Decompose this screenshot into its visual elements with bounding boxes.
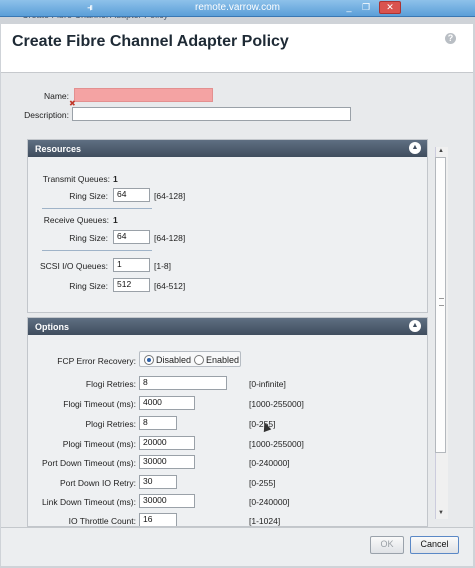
dialog-header: Create Fibre Channel Adapter Policy ? (1, 24, 473, 73)
transmit-ring-input[interactable]: 64 (113, 188, 150, 202)
scroll-down-icon[interactable]: ▼ (438, 510, 444, 516)
grip-icon (439, 298, 444, 306)
fcp-disabled-radio[interactable] (144, 355, 154, 365)
link-down-timeout-range: [0-240000] (249, 497, 290, 507)
io-throttle-count-input[interactable]: 16 (139, 513, 177, 526)
scsi-ring-range: [64-512] (154, 281, 186, 291)
receive-ring-input[interactable]: 64 (113, 230, 150, 244)
scsi-queues-label: SCSI I/O Queues: (39, 261, 108, 271)
dialog-footer: OK Cancel (1, 527, 473, 566)
resources-panel: Resources ▲ Transmit Queues: 1 Ring Size… (27, 139, 428, 313)
name-label: Name: (43, 91, 69, 101)
receive-queues-value: 1 (113, 215, 118, 225)
close-icon[interactable]: ✕ (379, 1, 401, 14)
resources-panel-header[interactable]: Resources ▲ (28, 140, 427, 157)
port-down-io-retry-range: [0-255] (249, 478, 276, 488)
cancel-button[interactable]: Cancel (410, 536, 459, 554)
plogi-retries-input[interactable]: 8 (139, 416, 177, 430)
restore-icon[interactable]: ❐ (360, 2, 372, 13)
scsi-queues-range: [1-8] (154, 261, 172, 271)
receive-ring-label: Ring Size: (69, 233, 108, 243)
port-down-timeout-range: [0-240000] (249, 458, 290, 468)
page-title: Create Fibre Channel Adapter Policy (12, 33, 289, 50)
port-down-timeout-input[interactable]: 30000 (139, 455, 195, 469)
fcp-disabled-label: Disabled (156, 355, 192, 365)
remote-session-bar: ⫣ remote.varrow.com _ ❐ ✕ (0, 0, 475, 17)
plogi-retries-label: Plogi Retries: (85, 419, 136, 429)
flogi-retries-range: [0-infinite] (249, 379, 286, 389)
options-panel-header[interactable]: Options ▲ (28, 318, 427, 335)
description-label: Description: (24, 110, 69, 120)
plogi-timeout-label: Plogi Timeout (ms): (62, 439, 136, 449)
options-panel: Options ▲ FCP Error Recovery: Disabled E… (27, 317, 428, 527)
minimize-icon[interactable]: _ (343, 2, 355, 13)
name-input[interactable] (74, 88, 213, 102)
transmit-queues-label: Transmit Queues: (42, 174, 110, 184)
scsi-ring-input[interactable]: 512 (113, 278, 150, 292)
remote-session-title: remote.varrow.com (194, 2, 281, 13)
flogi-timeout-range: [1000-255000] (249, 399, 304, 409)
transmit-ring-range: [64-128] (154, 191, 186, 201)
fcp-error-recovery-label: FCP Error Recovery: (57, 356, 136, 366)
plogi-timeout-range: [1000-255000] (249, 439, 304, 449)
description-input[interactable] (72, 107, 351, 121)
ok-button[interactable]: OK (370, 536, 404, 554)
resources-title: Resources (35, 144, 82, 154)
port-down-io-retry-input[interactable]: 30 (139, 475, 177, 489)
divider (42, 208, 152, 209)
options-title: Options (35, 322, 69, 332)
flogi-retries-label: Flogi Retries: (85, 379, 136, 389)
transmit-ring-label: Ring Size: (69, 191, 108, 201)
io-throttle-count-range: [1-1024] (249, 516, 281, 526)
port-down-timeout-label: Port Down Timeout (ms): (42, 458, 136, 468)
flogi-timeout-label: Flogi Timeout (ms): (63, 399, 136, 409)
flogi-timeout-input[interactable]: 4000 (139, 396, 195, 410)
scrollbar-thumb[interactable] (435, 157, 446, 453)
collapse-icon[interactable]: ▲ (409, 142, 421, 154)
receive-ring-range: [64-128] (154, 233, 186, 243)
io-throttle-count-label: IO Throttle Count: (68, 516, 136, 526)
scsi-queues-input[interactable]: 1 (113, 258, 150, 272)
port-down-io-retry-label: Port Down IO Retry: (59, 478, 136, 488)
dialog-body: Name: ✖ Description: Resources ▲ Transmi… (1, 73, 473, 527)
transmit-queues-value: 1 (113, 174, 118, 184)
scroll-up-icon[interactable]: ▲ (438, 148, 444, 154)
help-icon[interactable]: ? (445, 33, 456, 44)
divider (42, 250, 152, 251)
link-down-timeout-label: Link Down Timeout (ms): (42, 497, 136, 507)
scsi-ring-label: Ring Size: (69, 281, 108, 291)
plogi-timeout-input[interactable]: 20000 (139, 436, 195, 450)
link-down-timeout-input[interactable]: 30000 (139, 494, 195, 508)
collapse-icon[interactable]: ▲ (409, 320, 421, 332)
receive-queues-label: Receive Queues: (43, 215, 109, 225)
fcp-enabled-label: Enabled (206, 355, 240, 365)
flogi-retries-input[interactable]: 8 (139, 376, 227, 390)
fcp-error-recovery-group: Disabled Enabled (139, 351, 241, 367)
fcp-enabled-radio[interactable] (194, 355, 204, 365)
